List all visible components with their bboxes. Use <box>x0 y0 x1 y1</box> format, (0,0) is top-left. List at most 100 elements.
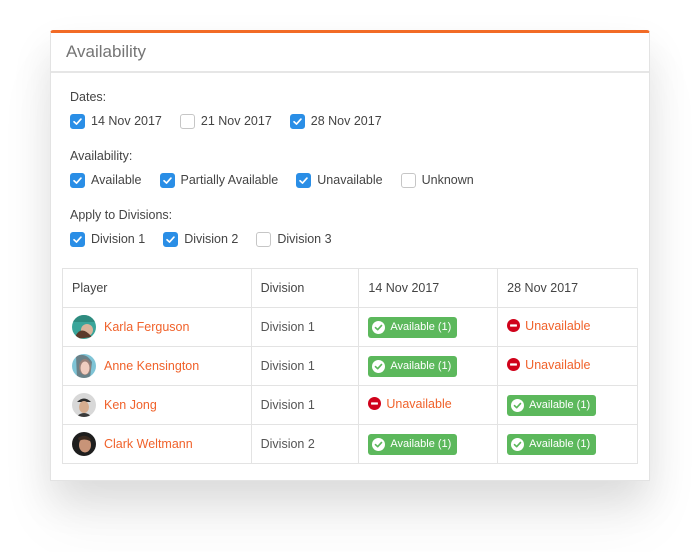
divisions-label: Apply to Divisions: <box>70 208 173 222</box>
checkbox-division-2[interactable]: Division 2 <box>163 231 239 247</box>
dates-options: 14 Nov 2017 21 Nov 2017 28 Nov 2017 <box>70 113 630 129</box>
checkbox-checked[interactable] <box>70 231 85 247</box>
unavailable-status: Unavailable <box>507 319 591 333</box>
checkbox-checked[interactable] <box>296 172 312 188</box>
player-cell: Ken Jong <box>62 385 252 425</box>
checkbox-unchecked[interactable] <box>256 231 272 247</box>
availability-table: Player Division 14 Nov 2017 28 Nov 2017 … <box>62 268 638 464</box>
availability-label: Availability: <box>70 149 133 163</box>
unavailable-status: Unavailable <box>368 396 452 411</box>
checkbox-label: Unknown <box>421 173 474 187</box>
check-circle-icon <box>372 359 386 373</box>
player-link[interactable]: Clark Weltmann <box>104 437 193 451</box>
available-badge: Available (1) <box>507 433 597 455</box>
avatar <box>72 315 96 339</box>
header-player[interactable]: Player <box>62 268 252 308</box>
avatar <box>72 354 96 378</box>
checkbox-checked[interactable] <box>159 172 175 188</box>
checkbox-unavailable[interactable]: Unavailable <box>296 172 383 188</box>
checkbox-partially-available[interactable]: Partially Available <box>159 172 278 188</box>
checkbox-label: Unavailable <box>317 173 383 187</box>
status-label: Available (1) <box>529 399 591 411</box>
checkbox-checked[interactable] <box>163 231 179 247</box>
table-header-row: Player Division 14 Nov 2017 28 Nov 2017 <box>62 268 638 308</box>
date-2-status-cell[interactable]: Unavailable <box>497 307 638 347</box>
availability-options: Available Partially Available Unavailable U… <box>70 172 630 188</box>
card-title: Availability <box>66 42 147 61</box>
checkbox-checked[interactable] <box>70 113 85 129</box>
avatar <box>72 432 96 456</box>
availability-card: Availability Dates: 14 Nov 2017 21 Nov 20… <box>50 30 650 481</box>
available-badge: Available (1) <box>368 433 458 455</box>
division-cell: Division 1 <box>250 307 360 347</box>
card-header: Availability <box>51 33 649 73</box>
player-link[interactable]: Karla Ferguson <box>104 320 189 334</box>
header-date-1[interactable]: 14 Nov 2017 <box>358 268 499 308</box>
checkbox-division-1[interactable]: Division 1 <box>70 231 146 247</box>
status-label: Available (1) <box>390 321 452 333</box>
checkbox-label: Division 3 <box>277 232 332 246</box>
header-division[interactable]: Division <box>250 268 360 308</box>
checkbox-unchecked[interactable] <box>400 172 416 188</box>
player-cell: Anne Kensington <box>62 346 252 386</box>
date-2-status-cell[interactable]: Unavailable <box>497 346 638 386</box>
table-row: Clark Weltmann Division 2 Available (1) Ava… <box>62 424 638 464</box>
status-label: Available (1) <box>390 360 452 372</box>
dates-label: Dates: <box>70 90 107 104</box>
checkbox-label: Division 2 <box>184 232 239 246</box>
check-circle-icon <box>372 320 386 334</box>
table-row: Ken Jong Division 1 Unavailable Available (… <box>62 385 638 425</box>
checkmark-icon <box>73 117 82 125</box>
header-date-2[interactable]: 28 Nov 2017 <box>497 268 638 308</box>
minus-circle-icon <box>507 319 521 333</box>
avatar <box>72 393 96 417</box>
minus-circle-icon <box>507 358 521 372</box>
date-1-status-cell[interactable]: Available (1) <box>358 307 499 347</box>
checkmark-icon <box>166 235 175 243</box>
status-label: Available (1) <box>529 438 591 450</box>
available-badge: Available (1) <box>368 316 458 338</box>
checkbox-unchecked[interactable] <box>179 113 195 129</box>
checkbox-checked[interactable] <box>289 113 305 129</box>
available-badge: Available (1) <box>368 355 458 377</box>
checkmark-icon <box>73 176 82 184</box>
player-cell: Clark Weltmann <box>62 424 252 464</box>
player-link[interactable]: Anne Kensington <box>104 359 199 373</box>
date-2-status-cell[interactable]: Available (1) <box>497 385 638 425</box>
status-label: Available (1) <box>390 438 452 450</box>
division-cell: Division 1 <box>250 346 360 386</box>
checkmark-icon <box>292 117 302 125</box>
available-badge: Available (1) <box>507 394 597 416</box>
checkmark-icon <box>299 176 309 184</box>
division-cell: Division 1 <box>250 385 360 425</box>
status-label: Unavailable <box>386 396 452 411</box>
checkbox-label: 14 Nov 2017 <box>91 114 162 128</box>
date-1-status-cell[interactable]: Available (1) <box>358 424 499 464</box>
checkbox-available[interactable]: Available <box>70 172 142 188</box>
filters-panel: Dates: 14 Nov 2017 21 Nov 2017 28 Nov 2017… <box>51 73 649 247</box>
division-cell: Division 2 <box>250 424 360 464</box>
divisions-options: Division 1 Division 2 Division 3 <box>70 231 630 247</box>
table-row: Karla Ferguson Division 1 Available (1) Una… <box>62 307 638 347</box>
checkbox-unknown[interactable]: Unknown <box>400 172 474 188</box>
check-circle-icon <box>511 437 525 451</box>
player-link[interactable]: Ken Jong <box>104 398 157 412</box>
checkbox-label: Division 1 <box>91 232 146 246</box>
checkbox-label: Available <box>91 173 142 187</box>
checkbox-14-nov-2017[interactable]: 14 Nov 2017 <box>70 113 162 129</box>
checkbox-28-nov-2017[interactable]: 28 Nov 2017 <box>289 113 382 129</box>
dates-filter: Dates: 14 Nov 2017 21 Nov 2017 28 Nov 2017 <box>70 89 630 129</box>
date-1-status-cell[interactable]: Unavailable <box>358 385 499 425</box>
divisions-filter: Apply to Divisions: Division 1 Division 2… <box>70 207 630 247</box>
checkbox-21-nov-2017[interactable]: 21 Nov 2017 <box>179 113 272 129</box>
table-row: Anne Kensington Division 1 Available (1) Un… <box>62 346 638 386</box>
check-circle-icon <box>372 437 386 451</box>
checkbox-label: 28 Nov 2017 <box>310 114 382 128</box>
unavailable-status: Unavailable <box>507 357 591 372</box>
date-1-status-cell[interactable]: Available (1) <box>358 346 499 386</box>
checkbox-division-3[interactable]: Division 3 <box>256 231 332 247</box>
checkbox-checked[interactable] <box>70 172 85 188</box>
status-label: Unavailable <box>525 357 591 372</box>
date-2-status-cell[interactable]: Available (1) <box>497 424 638 464</box>
checkbox-label: 21 Nov 2017 <box>200 114 272 128</box>
